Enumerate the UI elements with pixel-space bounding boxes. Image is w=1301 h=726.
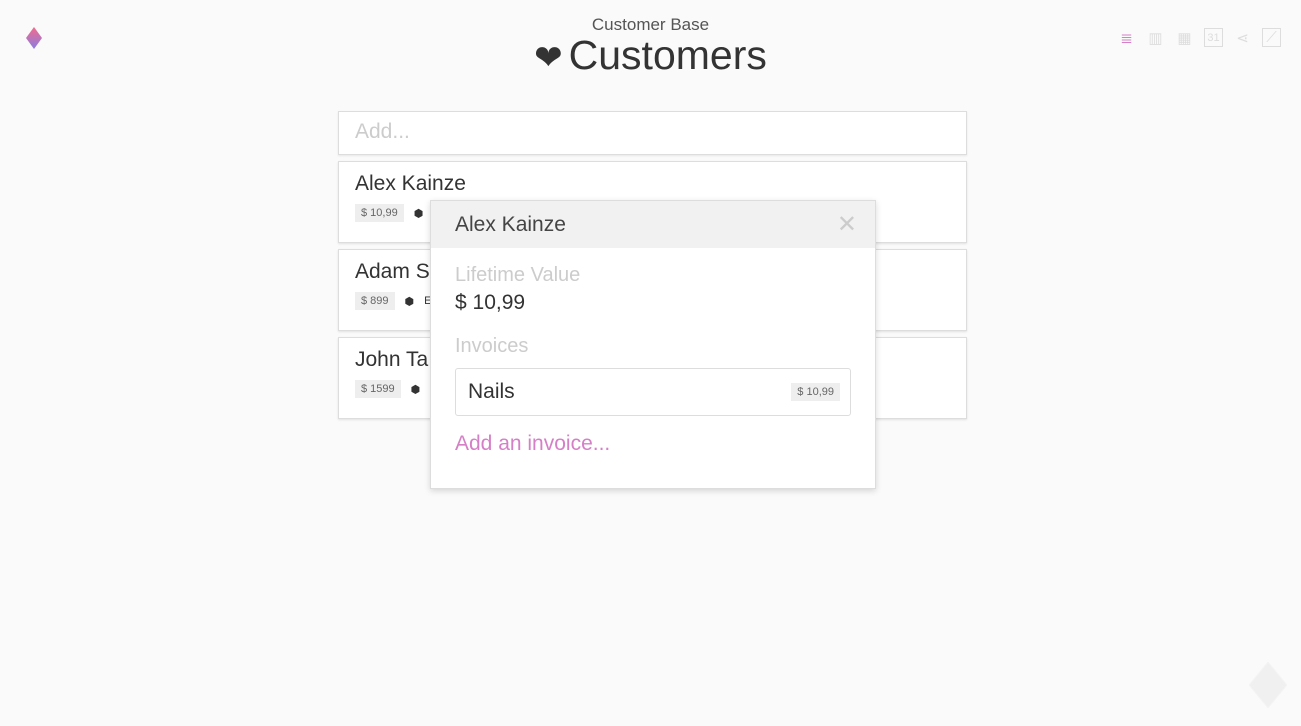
customer-name: Alex Kainze — [355, 172, 466, 195]
invoice-value-badge: $ 10,99 — [791, 383, 840, 401]
close-icon[interactable]: ✕ — [837, 210, 857, 239]
page-title: ❤ Customers — [0, 32, 1301, 79]
popup-title: Alex Kainze — [455, 212, 566, 236]
heart-icon: ❤ — [534, 39, 563, 77]
box-icon: ⬢ — [410, 383, 421, 396]
add-invoice-link[interactable]: Add an invoice... — [455, 432, 851, 456]
invoices-label: Invoices — [455, 335, 529, 357]
graph-view-icon[interactable]: ⋖ — [1233, 28, 1252, 47]
list-view-icon[interactable]: ≣ — [1117, 28, 1136, 47]
value-badge: $ 899 — [355, 292, 395, 310]
box-icon: ⬢ — [413, 207, 424, 220]
view-switcher: ≣ ▥ ▦ 31 ⋖ ⟋ — [1117, 28, 1281, 47]
box-icon: ⬢ — [404, 295, 415, 308]
customer-detail-popup: Alex Kainze ✕ Lifetime Value $ 10,99 Inv… — [430, 200, 876, 489]
lifetime-value: $ 10,99 — [455, 291, 526, 314]
board-view-icon[interactable]: ▥ — [1146, 28, 1165, 47]
table-view-icon[interactable]: ▦ — [1175, 28, 1194, 47]
calendar-view-icon[interactable]: 31 — [1204, 28, 1223, 47]
invoice-name: Nails — [468, 380, 515, 403]
value-badge: $ 10,99 — [355, 204, 404, 222]
watermark-logo-icon — [1249, 662, 1287, 708]
popup-header: Alex Kainze ✕ — [431, 201, 875, 248]
add-customer-input[interactable]: Add... — [338, 111, 967, 155]
lifetime-value-label: Lifetime Value — [455, 264, 581, 286]
page-title-text: Customers — [568, 32, 767, 78]
invoice-item[interactable]: Nails $ 10,99 — [455, 368, 851, 416]
value-badge: $ 1599 — [355, 380, 401, 398]
chart-view-icon[interactable]: ⟋ — [1262, 28, 1281, 47]
